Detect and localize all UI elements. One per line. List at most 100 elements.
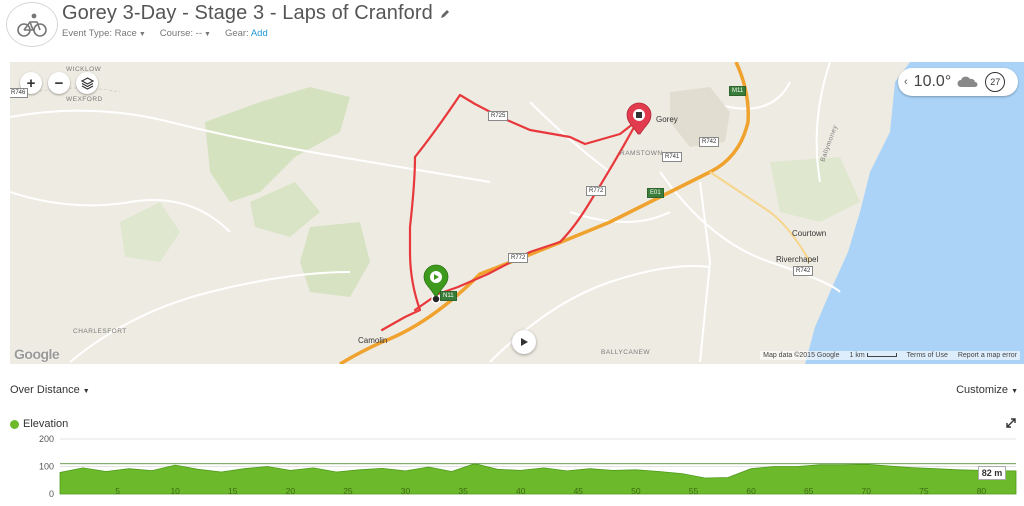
elevation-point (658, 470, 660, 472)
road-r742: R742 (699, 137, 720, 147)
map-canvas (10, 62, 1024, 364)
elevation-point (566, 470, 568, 472)
finish-marker[interactable] (626, 102, 652, 135)
road-e01: E01 (647, 188, 664, 198)
y-tick-label: 200 (39, 434, 54, 444)
report-error-link[interactable]: Report a map error (958, 352, 1017, 359)
elevation-point (681, 473, 683, 475)
elevation-point (612, 469, 614, 471)
elevation-point (59, 472, 61, 474)
elevation-point (335, 471, 337, 473)
road-r742-south: R742 (793, 266, 814, 276)
x-tick-label: 80 (977, 486, 987, 496)
elevation-point (520, 469, 522, 471)
elevation-point (796, 466, 798, 468)
elevation-point (934, 468, 936, 470)
x-tick-label: 20 (286, 486, 296, 496)
add-gear-link[interactable]: Add (251, 28, 268, 39)
elevation-point (82, 467, 84, 469)
route-map[interactable]: + − ‹ 10.0° 27 WICKLOW WEXFORD Gorey RAM… (10, 62, 1024, 364)
chevron-left-icon[interactable]: ‹ (904, 76, 908, 88)
road-m11: M11 (729, 86, 747, 96)
pencil-icon[interactable] (439, 8, 451, 20)
x-tick-label: 25 (343, 486, 353, 496)
x-tick-label: 70 (862, 486, 872, 496)
x-tick-label: 65 (804, 486, 814, 496)
y-tick-label: 100 (39, 462, 54, 472)
elevation-point (589, 468, 591, 470)
caret-down-icon: ▼ (82, 388, 90, 395)
weather-widget: ‹ 10.0° 27 (898, 68, 1018, 96)
place-ballycanew: BALLYCANEW (601, 349, 650, 356)
elevation-point (957, 469, 959, 471)
elevation-point (220, 471, 222, 473)
elevation-point (197, 468, 199, 470)
chart-legend[interactable]: Elevation (10, 418, 68, 430)
elevation-point (358, 469, 360, 471)
x-axis-mode-select[interactable]: Over Distance ▼ (10, 384, 90, 396)
map-attribution: Map data ©2015 Google 1 km Terms of Use … (760, 351, 1020, 360)
elevation-chart[interactable]: 0 100 200 5 10 15 20 25 30 35 40 45 50 55 60 65 70 75 80 (0, 432, 1024, 506)
elevation-area (59, 463, 1017, 495)
caret-down-icon: ▼ (138, 31, 146, 38)
gear-field: Gear: Add (225, 28, 268, 39)
place-courtown: Courtown (792, 229, 827, 238)
elevation-tooltip: 82 m (978, 466, 1006, 480)
caret-down-icon: ▼ (1011, 388, 1018, 395)
course-label: Course: (159, 28, 194, 39)
elevation-point (312, 467, 314, 469)
cloud-icon (957, 76, 978, 87)
road-n11: N11 (440, 291, 457, 301)
elevation-point (428, 466, 430, 468)
elevation-series (59, 463, 1017, 495)
event-type-value: Race (114, 28, 137, 39)
caret-down-icon: ▼ (204, 31, 211, 38)
wind-speed-badge: 27 (985, 72, 1006, 92)
layers-button[interactable] (76, 72, 98, 94)
play-icon (521, 338, 528, 346)
road-r741: R741 (662, 152, 683, 162)
customize-label: Customize (956, 384, 1009, 396)
place-wicklow: WICKLOW (66, 66, 102, 73)
x-tick-label: 10 (170, 486, 180, 496)
scale-label: 1 km (849, 352, 865, 359)
activity-header: Gorey 3-Day - Stage 3 - Laps of Cranford… (0, 0, 1024, 56)
page-title: Gorey 3-Day - Stage 3 - Laps of Cranford (62, 2, 433, 24)
elevation-point (704, 477, 706, 479)
course-select[interactable]: Course: -- ▼ (160, 28, 211, 39)
google-logo: Google (14, 346, 60, 362)
x-tick-label: 35 (458, 486, 468, 496)
elevation-point (750, 468, 752, 470)
gear-label: Gear: (224, 28, 249, 39)
play-route-button[interactable] (512, 330, 536, 354)
x-tick-label: 50 (631, 486, 641, 496)
place-camolin: Camolin (358, 336, 388, 345)
legend-label: Elevation (23, 418, 69, 430)
road-r772: R772 (586, 186, 607, 196)
terms-link[interactable]: Terms of Use (907, 352, 948, 359)
x-tick-label: 45 (574, 486, 584, 496)
customize-button[interactable]: Customize ▼ (956, 384, 1018, 396)
expand-icon[interactable] (1006, 418, 1016, 428)
elevation-point (243, 468, 245, 470)
cycling-icon (6, 2, 58, 47)
place-wexford: WEXFORD (66, 96, 103, 103)
place-charlesfort: CHARLESFORT (73, 328, 127, 335)
event-type-select[interactable]: Event Type: Race ▼ (62, 28, 146, 39)
x-tick-label: 55 (689, 486, 699, 496)
x-axis-mode-label: Over Distance (10, 384, 80, 396)
road-r746: R746 (10, 88, 29, 98)
zoom-out-button[interactable]: − (48, 72, 70, 94)
course-value: -- (195, 28, 202, 39)
elevation-point (174, 464, 176, 466)
elevation-point (266, 466, 268, 468)
x-tick-label: 15 (228, 486, 238, 496)
legend-swatch (10, 419, 19, 429)
elevation-point (773, 466, 775, 468)
elevation-point (105, 470, 107, 472)
place-ramstown: RAMSTOWN (620, 150, 663, 157)
y-tick-label: 0 (49, 489, 54, 499)
elevation-point (635, 469, 637, 471)
event-type-label: Event Type: (62, 28, 112, 39)
y-axis: 0 100 200 (39, 434, 54, 499)
